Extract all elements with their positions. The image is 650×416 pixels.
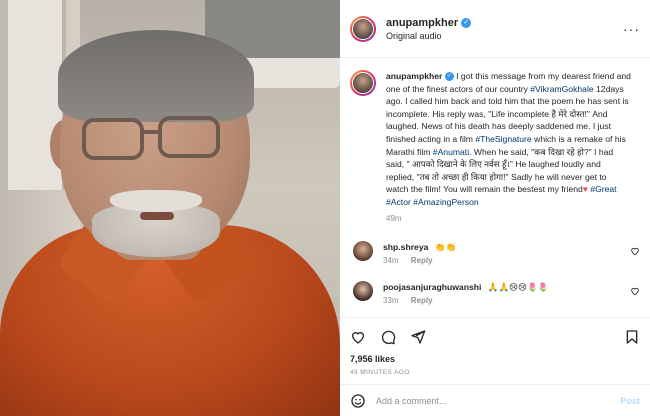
comment-icon[interactable]: [380, 329, 396, 345]
author-avatar[interactable]: [350, 15, 376, 42]
verified-icon: ✓: [444, 72, 454, 82]
caption-time: 49m: [386, 213, 402, 223]
post-header: anupampkher ✓ Original audio ···: [340, 0, 650, 58]
hashtag-link[interactable]: #Anumati: [433, 147, 469, 157]
caption-username[interactable]: anupampkher: [386, 71, 442, 81]
heart-emoji: ♥: [582, 184, 588, 195]
comments-section[interactable]: anupampkher ✓ I got this message from my…: [340, 58, 650, 317]
post-actions: 7,956 likes 49 MINUTES AGO: [340, 317, 650, 384]
post-caption: anupampkher ✓ I got this message from my…: [350, 70, 640, 225]
verified-icon: ✓: [461, 17, 472, 28]
commenter-username[interactable]: shp.shreya: [383, 242, 428, 252]
commenter-avatar[interactable]: [353, 241, 373, 262]
reply-button[interactable]: Reply: [411, 256, 433, 265]
comment-text: 👏👏: [434, 242, 457, 253]
comment-item: poojasanjuraghuwanshi 🙏🙏😢😢🌷🌷 33m Reply: [350, 281, 640, 305]
bookmark-icon[interactable]: [624, 329, 640, 345]
hashtag-link[interactable]: #AmazingPerson: [413, 197, 478, 207]
commenter-avatar[interactable]: [353, 281, 373, 302]
caption-avatar[interactable]: [350, 70, 376, 96]
likes-count[interactable]: 7,956 likes: [350, 354, 640, 364]
hashtag-link[interactable]: #TheSignature: [475, 134, 531, 144]
heart-icon[interactable]: [630, 286, 640, 296]
heart-icon[interactable]: [350, 329, 366, 345]
post-timestamp: 49 MINUTES AGO: [350, 369, 410, 376]
instagram-post-modal: anupampkher ✓ Original audio ··· anupamp…: [0, 0, 650, 416]
commenter-username[interactable]: poojasanjuraghuwanshi: [383, 282, 481, 292]
heart-icon[interactable]: [630, 246, 640, 256]
comment-composer: Post: [340, 384, 650, 416]
comment-text: 🙏🙏😢😢🌷🌷: [487, 282, 549, 293]
comment-input[interactable]: [376, 395, 621, 406]
comment-time: 33m: [383, 296, 399, 306]
post-video[interactable]: [0, 0, 340, 416]
emoji-icon[interactable]: [350, 393, 366, 409]
audio-label[interactable]: Original audio: [386, 31, 471, 41]
post-comment-button[interactable]: Post: [620, 396, 640, 406]
comment-time: 34m: [383, 256, 399, 266]
comment-item: shp.shreya 👏👏 34m Reply: [350, 241, 640, 265]
hashtag-link[interactable]: #Actor: [386, 197, 411, 207]
reply-button[interactable]: Reply: [411, 296, 433, 305]
more-horizontal-icon[interactable]: ···: [623, 21, 640, 37]
share-icon[interactable]: [410, 329, 426, 345]
hashtag-link[interactable]: #VikramGokhale: [530, 84, 593, 94]
author-username[interactable]: anupampkher: [386, 17, 458, 29]
glasses: [82, 118, 144, 160]
post-details-panel: anupampkher ✓ Original audio ··· anupamp…: [340, 0, 650, 416]
hashtag-link[interactable]: #Great: [590, 184, 616, 194]
